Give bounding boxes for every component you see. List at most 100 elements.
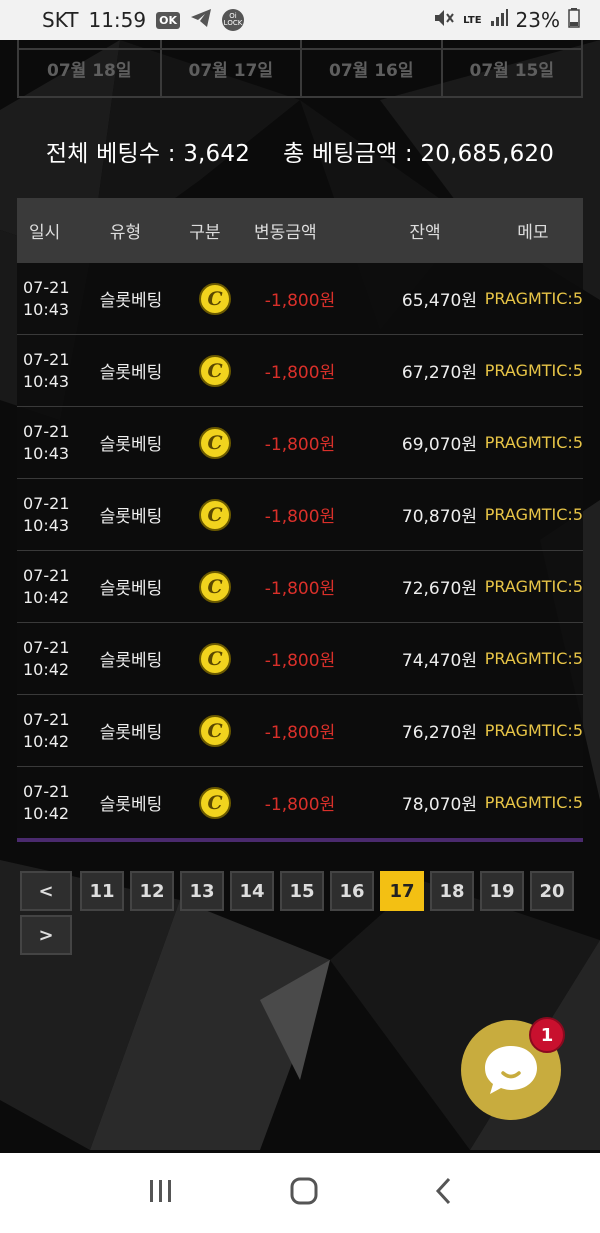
row-time: 10:43 xyxy=(23,299,70,319)
page-button[interactable]: 18 xyxy=(430,871,474,911)
table-row: 07-21 10:43 슬롯베팅 C -1,800원 67,270원 PRAGMTIC:5 xyxy=(17,334,583,406)
row-category: C xyxy=(185,642,245,675)
row-change-amount: -1,800원 xyxy=(264,795,336,815)
date-tab[interactable]: 07월 17일 xyxy=(159,40,301,96)
lte-icon: LTE xyxy=(463,14,482,26)
column-header-date: 일시 xyxy=(29,222,61,243)
row-time: 10:42 xyxy=(23,731,70,751)
coin-icon: C xyxy=(199,426,231,459)
row-type: 슬롯베팅 xyxy=(99,579,163,599)
clock-time: 11:59 xyxy=(88,8,147,32)
mute-icon xyxy=(433,8,455,33)
row-time: 10:42 xyxy=(23,587,70,607)
row-type: 슬롯베팅 xyxy=(99,651,163,671)
date-tab[interactable]: 07월 18일 xyxy=(19,40,160,96)
page-button[interactable]: 12 xyxy=(130,871,174,911)
row-memo: PRAGMTIC:5 xyxy=(484,721,583,740)
table-row: 07-21 10:42 슬롯베팅 C -1,800원 74,470원 PRAGMTIC:5 xyxy=(17,622,583,694)
page-button[interactable]: 14 xyxy=(230,871,274,911)
row-memo: PRAGMTIC:5 xyxy=(484,649,583,668)
page-button[interactable]: 19 xyxy=(480,871,524,911)
row-type: 슬롯베팅 xyxy=(99,435,163,455)
column-header-change: 변동금액 xyxy=(254,222,317,243)
table-row: 07-21 10:42 슬롯베팅 C -1,800원 72,670원 PRAGMTIC:5 xyxy=(17,550,583,622)
coin-icon: C xyxy=(199,282,231,315)
chat-unread-badge: 1 xyxy=(529,1017,565,1053)
table-row: 07-21 10:43 슬롯베팅 C -1,800원 69,070원 PRAGMTIC:5 xyxy=(17,406,583,478)
row-memo: PRAGMTIC:5 xyxy=(484,289,583,308)
table-row: 07-21 10:43 슬롯베팅 C -1,800원 70,870원 PRAGMTIC:5 xyxy=(17,478,583,550)
page-button[interactable]: 15 xyxy=(280,871,324,911)
row-change-amount: -1,800원 xyxy=(264,507,336,527)
row-memo: PRAGMTIC:5 xyxy=(484,577,583,596)
column-header-balance: 잔액 xyxy=(409,222,441,243)
date-tab[interactable]: 07월 16일 xyxy=(300,40,441,96)
battery-icon xyxy=(568,7,580,33)
row-datetime: 07-21 10:42 xyxy=(17,637,77,681)
signal-icon xyxy=(490,8,508,32)
row-change-amount: -1,800원 xyxy=(264,291,336,311)
row-date: 07-21 xyxy=(23,781,70,801)
betting-history-table: 일시 유형 구분 변동금액 잔액 메모 07-21 10:43 슬롯베팅 C -1,80… xyxy=(17,198,583,842)
row-category: C xyxy=(185,786,245,819)
row-category: C xyxy=(185,714,245,747)
date-tab[interactable]: 07월 15일 xyxy=(440,40,582,96)
coin-icon: C xyxy=(199,786,231,819)
row-type: 슬롯베팅 xyxy=(99,291,163,311)
page-button[interactable]: 13 xyxy=(180,871,224,911)
row-memo: PRAGMTIC:5 xyxy=(484,361,583,380)
next-page-button[interactable]: > xyxy=(20,915,72,955)
row-time: 10:42 xyxy=(23,803,70,823)
row-datetime: 07-21 10:42 xyxy=(17,565,77,609)
row-change-amount: -1,800원 xyxy=(264,435,336,455)
row-balance: 78,070원 xyxy=(401,795,477,815)
page-button[interactable]: 11 xyxy=(80,871,124,911)
date-tabs: 07월 18일 07월 17일 07월 16일 07월 15일 xyxy=(17,40,583,98)
row-date: 07-21 xyxy=(23,277,70,297)
back-icon[interactable] xyxy=(433,1176,453,1210)
coin-icon: C xyxy=(199,714,231,747)
total-bets-value: 3,642 xyxy=(183,141,251,167)
table-body: 07-21 10:43 슬롯베팅 C -1,800원 65,470원 PRAGMTIC:5 0… xyxy=(17,262,583,842)
row-balance: 67,270원 xyxy=(401,363,477,383)
row-change-amount: -1,800원 xyxy=(264,723,336,743)
column-header-category: 구분 xyxy=(189,222,221,243)
page-button[interactable]: 20 xyxy=(530,871,574,911)
row-memo: PRAGMTIC:5 xyxy=(484,505,583,524)
row-change-amount: -1,800원 xyxy=(264,363,336,383)
row-time: 10:42 xyxy=(23,659,70,679)
row-date: 07-21 xyxy=(23,421,70,441)
row-datetime: 07-21 10:42 xyxy=(17,781,77,825)
total-amount-value: 20,685,620 xyxy=(420,141,555,167)
column-header-memo: 메모 xyxy=(517,222,549,243)
row-balance: 72,670원 xyxy=(401,579,477,599)
row-category: C xyxy=(185,282,245,315)
row-time: 10:43 xyxy=(23,515,70,535)
row-type: 슬롯베팅 xyxy=(99,507,163,527)
row-category: C xyxy=(185,426,245,459)
row-type: 슬롯베팅 xyxy=(99,795,163,815)
home-icon[interactable] xyxy=(289,1176,319,1210)
row-datetime: 07-21 10:43 xyxy=(17,277,77,321)
row-category: C xyxy=(185,570,245,603)
total-bets-label: 전체 베팅수 : xyxy=(45,141,176,167)
column-header-type: 유형 xyxy=(109,222,142,243)
coin-icon: C xyxy=(199,570,231,603)
row-datetime: 07-21 10:43 xyxy=(17,349,77,393)
row-time: 10:43 xyxy=(23,443,70,463)
page-button-current[interactable]: 17 xyxy=(380,871,424,911)
row-date: 07-21 xyxy=(23,349,70,369)
row-memo: PRAGMTIC:5 xyxy=(484,433,583,452)
battery-level: 23% xyxy=(515,8,560,32)
ok-cashbag-icon: OK xyxy=(156,11,180,29)
table-row: 07-21 10:42 슬롯베팅 C -1,800원 76,270원 PRAGMTIC:5 xyxy=(17,694,583,766)
page-button[interactable]: 16 xyxy=(330,871,374,911)
row-type: 슬롯베팅 xyxy=(99,723,163,743)
table-header: 일시 유형 구분 변동금액 잔액 메모 xyxy=(17,198,583,262)
table-row: 07-21 10:42 슬롯베팅 C -1,800원 78,070원 PRAGMTIC:5 xyxy=(17,766,583,842)
prev-page-button[interactable]: < xyxy=(20,871,72,911)
recents-icon[interactable] xyxy=(147,1178,175,1208)
status-bar: SKT 11:59 OK Oi LOCK LTE 23% xyxy=(0,0,600,40)
oi-lock-icon: Oi LOCK xyxy=(222,9,244,31)
table-row: 07-21 10:43 슬롯베팅 C -1,800원 65,470원 PRAGMTIC:5 xyxy=(17,262,583,334)
